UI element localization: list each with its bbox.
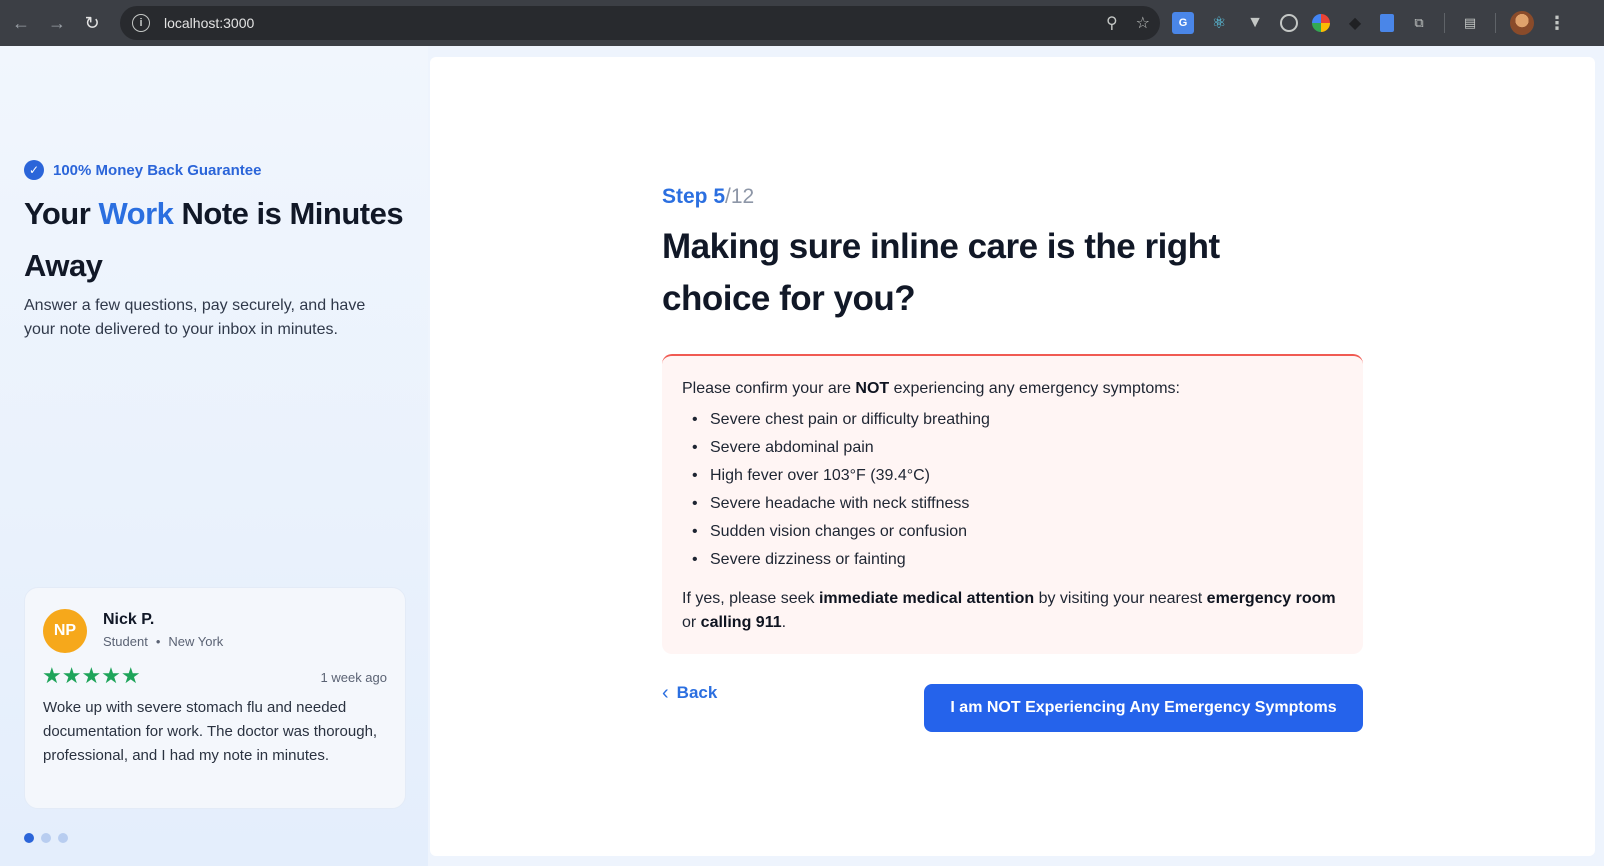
verified-check-icon: ✓: [24, 160, 44, 180]
carousel-dot[interactable]: [41, 833, 51, 843]
warning-intro-after: experiencing any emergency symptoms:: [889, 380, 1180, 397]
warning-outro-2: by visiting your nearest: [1034, 590, 1207, 607]
carousel-dot[interactable]: [24, 833, 34, 843]
document-extension-icon[interactable]: [1380, 14, 1394, 32]
step-indicator: Step 5/12: [662, 185, 754, 209]
guarantee-text: 100% Money Back Guarantee: [53, 161, 262, 179]
extensions-bar: G ⚛ ▼ ◆ ⧉ ▤ ⋮: [1172, 6, 1566, 40]
step-current: Step 5: [662, 185, 726, 208]
step-total: /12: [725, 185, 755, 208]
address-bar[interactable]: i localhost:3000 ⚲ ☆: [120, 6, 1160, 40]
main-panel: Step 5/12 Making sure inline care is the…: [430, 57, 1595, 856]
chevron-left-icon: ‹: [662, 681, 669, 704]
hero-title: Your Work Note is Minutes Away: [24, 188, 404, 292]
warning-outro-bold-1: immediate medical attention: [818, 590, 1035, 607]
warning-outro: If yes, please seek immediate medical at…: [682, 587, 1343, 635]
translate-icon[interactable]: G: [1172, 12, 1194, 34]
warning-outro-1: If yes, please seek: [682, 590, 819, 607]
hero-title-part1: Your: [24, 196, 99, 231]
symptom-item: Severe headache with neck stiffness: [682, 490, 1343, 518]
back-button[interactable]: ‹ Back: [662, 681, 717, 705]
colorful-extension-icon[interactable]: [1312, 14, 1330, 32]
toolbar-divider: [1444, 13, 1445, 33]
warning-outro-bold-3: calling 911: [700, 614, 782, 631]
target-icon[interactable]: [1280, 14, 1298, 32]
dark-extension-icon[interactable]: ◆: [1344, 12, 1366, 34]
emergency-warning-box: Please confirm your are NOT experiencing…: [662, 354, 1363, 654]
warning-outro-bold-2: emergency room: [1206, 590, 1336, 607]
reviewer-location: New York: [168, 634, 224, 649]
side-panel-icon[interactable]: ▤: [1459, 12, 1481, 34]
toolbar-divider: [1495, 13, 1496, 33]
star-icon[interactable]: ☆: [1136, 13, 1150, 33]
confirm-no-emergency-button[interactable]: I am NOT Experiencing Any Emergency Symp…: [924, 684, 1363, 732]
carousel-dots: [24, 833, 68, 843]
meta-separator: •: [155, 634, 161, 649]
warning-intro: Please confirm your are NOT experiencing…: [682, 378, 1343, 400]
guarantee-badge: ✓ 100% Money Back Guarantee: [24, 160, 261, 180]
site-info-icon[interactable]: i: [132, 14, 150, 32]
symptom-item: Sudden vision changes or confusion: [682, 518, 1343, 546]
symptom-item: Severe chest pain or difficulty breathin…: [682, 406, 1343, 434]
react-devtools-icon[interactable]: ⚛: [1208, 12, 1230, 34]
profile-avatar[interactable]: [1510, 11, 1534, 35]
question-title: Making sure inline care is the right cho…: [662, 227, 1220, 318]
review-time: 1 week ago: [320, 670, 388, 685]
reviewer-role: Student: [103, 634, 148, 649]
kebab-menu-icon[interactable]: ⋮: [1548, 13, 1566, 34]
reload-icon[interactable]: ↻: [75, 6, 109, 40]
warning-intro-before: Please confirm your are: [682, 380, 856, 397]
star-rating: ★★★★★: [42, 663, 141, 688]
back-label: Back: [676, 683, 718, 702]
vue-devtools-icon[interactable]: ▼: [1244, 12, 1266, 34]
symptom-item: High fever over 103°F (39.4°C): [682, 462, 1343, 490]
arrow-left-icon[interactable]: ←: [4, 6, 38, 40]
reviewer-name: Nick P.: [103, 611, 155, 628]
symptom-item: Severe dizziness or fainting: [682, 546, 1343, 574]
left-panel: ✓ 100% Money Back Guarantee Your Work No…: [0, 46, 428, 866]
hero-title-accent: Work: [98, 196, 174, 231]
url-text[interactable]: localhost:3000: [164, 15, 254, 31]
puzzle-icon[interactable]: ⧉: [1408, 12, 1430, 34]
review-card: NP Nick P. Student • New York ★★★★★ 1 we…: [24, 587, 406, 809]
warning-intro-bold: NOT: [855, 380, 890, 397]
reviewer-meta: Student • New York: [103, 634, 223, 649]
zoom-icon[interactable]: ⚲: [1106, 13, 1118, 33]
symptom-item: Severe abdominal pain: [682, 434, 1343, 462]
hero-subtitle: Answer a few questions, pay securely, an…: [24, 297, 366, 338]
review-text: Woke up with severe stomach flu and need…: [43, 699, 378, 764]
arrow-right-icon[interactable]: →: [40, 6, 74, 40]
warning-outro-4: .: [781, 614, 787, 631]
reviewer-avatar: NP: [43, 609, 87, 653]
browser-toolbar: ← → ↻ i localhost:3000 ⚲ ☆ G ⚛ ▼ ◆ ⧉ ▤ ⋮: [0, 0, 1604, 46]
warning-outro-3: or: [682, 614, 701, 631]
carousel-dot[interactable]: [58, 833, 68, 843]
symptom-list: Severe chest pain or difficulty breathin…: [682, 406, 1343, 574]
